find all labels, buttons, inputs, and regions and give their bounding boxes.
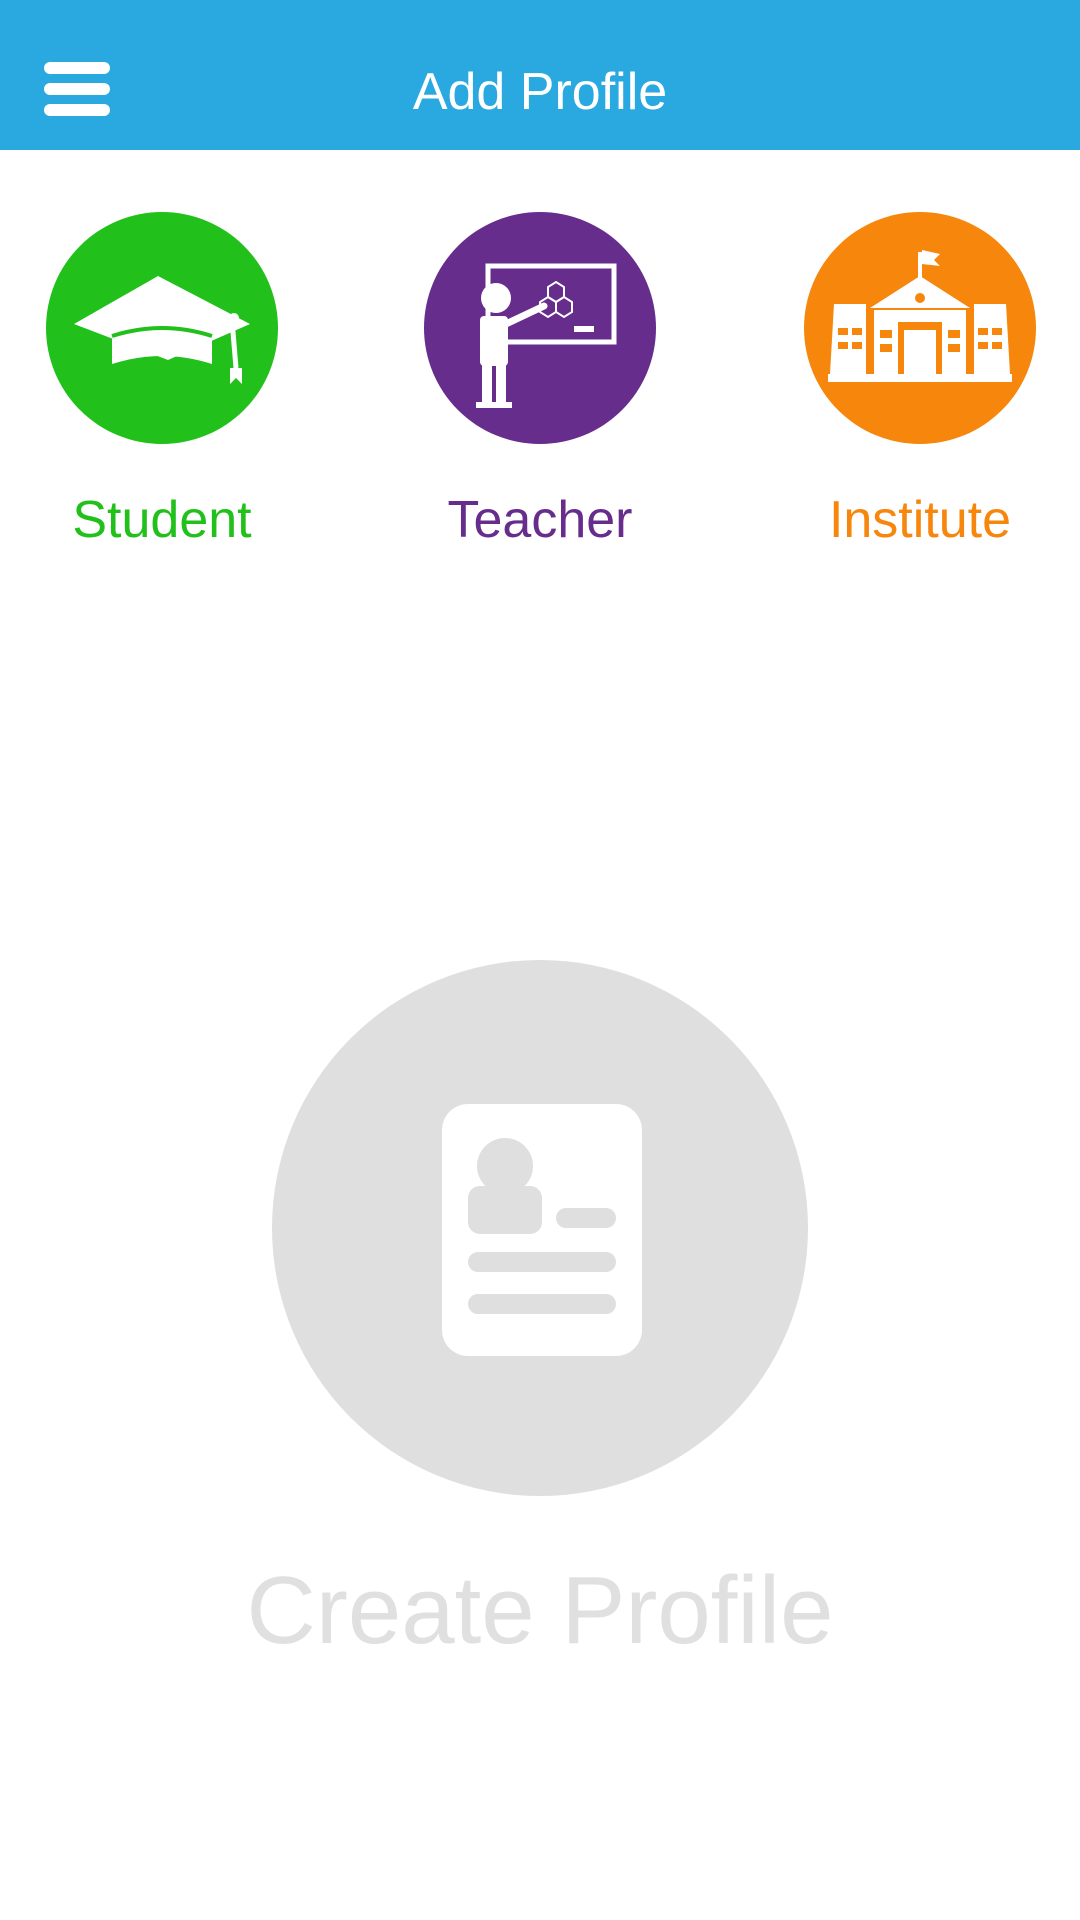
student-profile-option[interactable]: Student xyxy=(12,212,312,562)
institute-label: Institute xyxy=(828,491,1012,549)
student-label: Student xyxy=(72,491,252,549)
app-header: Add Profile xyxy=(0,0,1080,150)
create-profile-label[interactable]: Create Profile xyxy=(0,1556,1080,1666)
graduation-cap-icon xyxy=(46,212,278,444)
profile-card-icon xyxy=(442,1104,642,1356)
school-building-icon xyxy=(804,212,1036,444)
page-title: Add Profile xyxy=(412,63,668,121)
create-profile-button[interactable] xyxy=(272,960,808,1496)
teacher-profile-option[interactable]: Teacher xyxy=(390,212,690,562)
app-screen: Add Profile Student Teacher Institute Cr… xyxy=(0,0,1080,1920)
teacher-label: Teacher xyxy=(447,491,633,549)
institute-profile-option[interactable]: Institute xyxy=(770,212,1070,562)
teacher-board-icon xyxy=(424,212,656,444)
